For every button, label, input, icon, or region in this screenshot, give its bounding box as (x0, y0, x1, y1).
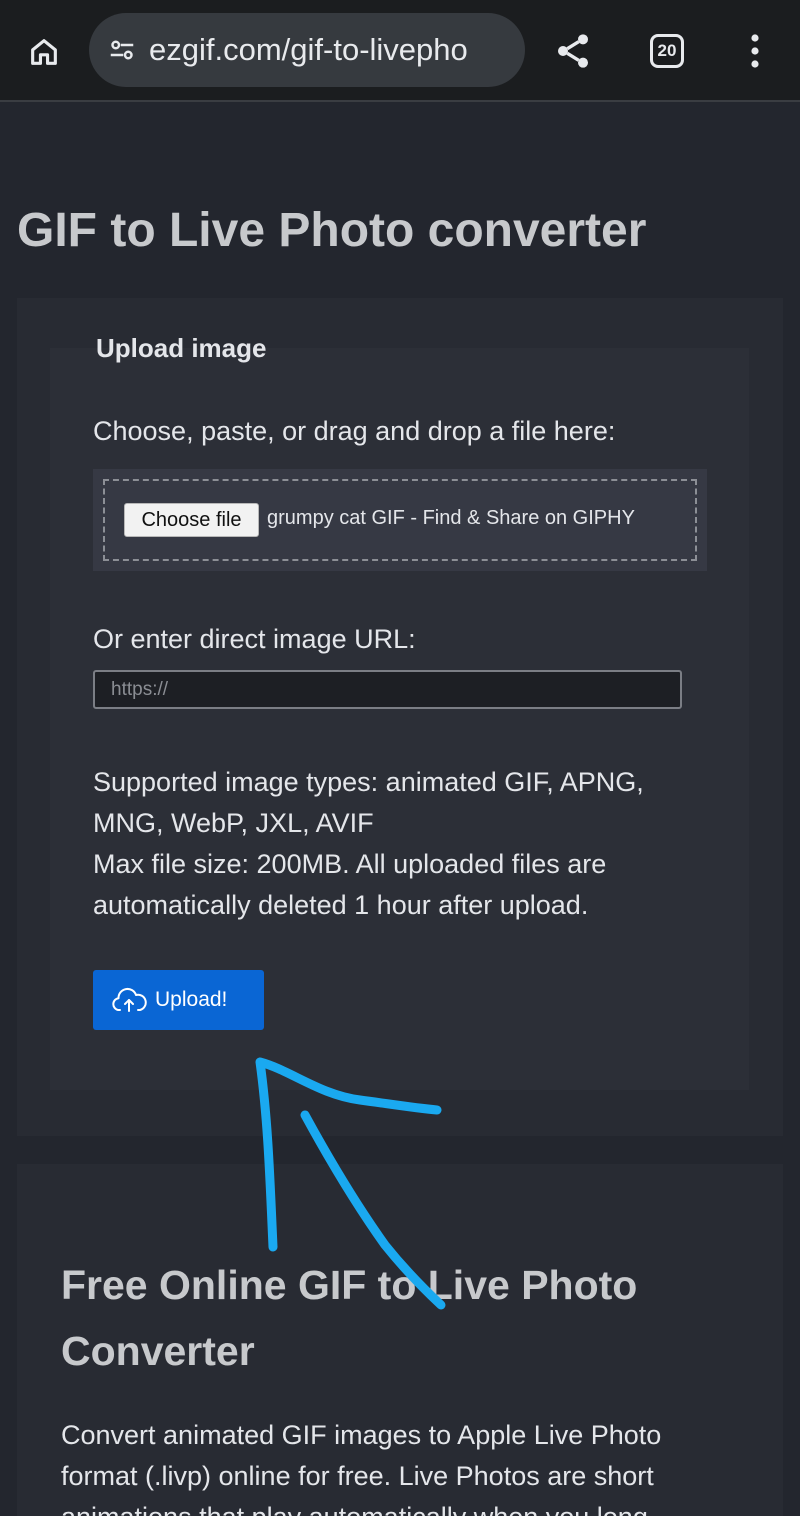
site-settings-icon[interactable] (107, 35, 137, 65)
screen: ezgif.com/gif-to-livepho 20 GIF to Live … (0, 0, 800, 1516)
more-menu-button[interactable] (735, 26, 775, 76)
info-title: Free Online GIF to Live Photo Converter (61, 1262, 638, 1374)
address-bar[interactable]: ezgif.com/gif-to-livepho (89, 13, 525, 87)
max-size-text: Max file size: 200MB. All uploaded files… (93, 849, 607, 920)
supported-types-text: Supported image types: animated GIF, APN… (93, 767, 644, 838)
upload-button-label: Upload! (155, 988, 228, 1011)
page-title: GIF to Live Photo converter (17, 204, 647, 257)
tabs-button[interactable]: 20 (642, 26, 692, 76)
home-icon (31, 39, 57, 65)
upload-button[interactable]: Upload! (93, 970, 264, 1030)
image-url-input[interactable] (93, 670, 682, 709)
home-button[interactable] (20, 28, 68, 76)
upload-info: Supported image types: animated GIF, APN… (93, 762, 713, 926)
choose-file-label: Choose, paste, or drag and drop a file h… (93, 416, 616, 446)
share-button[interactable] (548, 26, 598, 76)
url-text[interactable]: ezgif.com/gif-to-livepho (149, 32, 519, 68)
tab-count: 20 (657, 41, 677, 60)
info-text: Convert animated GIF images to Apple Liv… (61, 1420, 662, 1516)
selected-file-name: grumpy cat GIF - Find & Share on GIPHY (267, 507, 635, 529)
more-menu-icon (751, 34, 759, 68)
cloud-upload-icon (112, 987, 147, 1012)
share-icon (558, 34, 588, 68)
tabs-icon: 20 (650, 34, 684, 68)
choose-file-button[interactable]: Choose file (124, 503, 259, 537)
url-label: Or enter direct image URL: (93, 624, 416, 654)
upload-legend: Upload image (96, 333, 267, 363)
browser-toolbar: ezgif.com/gif-to-livepho 20 (0, 0, 800, 102)
